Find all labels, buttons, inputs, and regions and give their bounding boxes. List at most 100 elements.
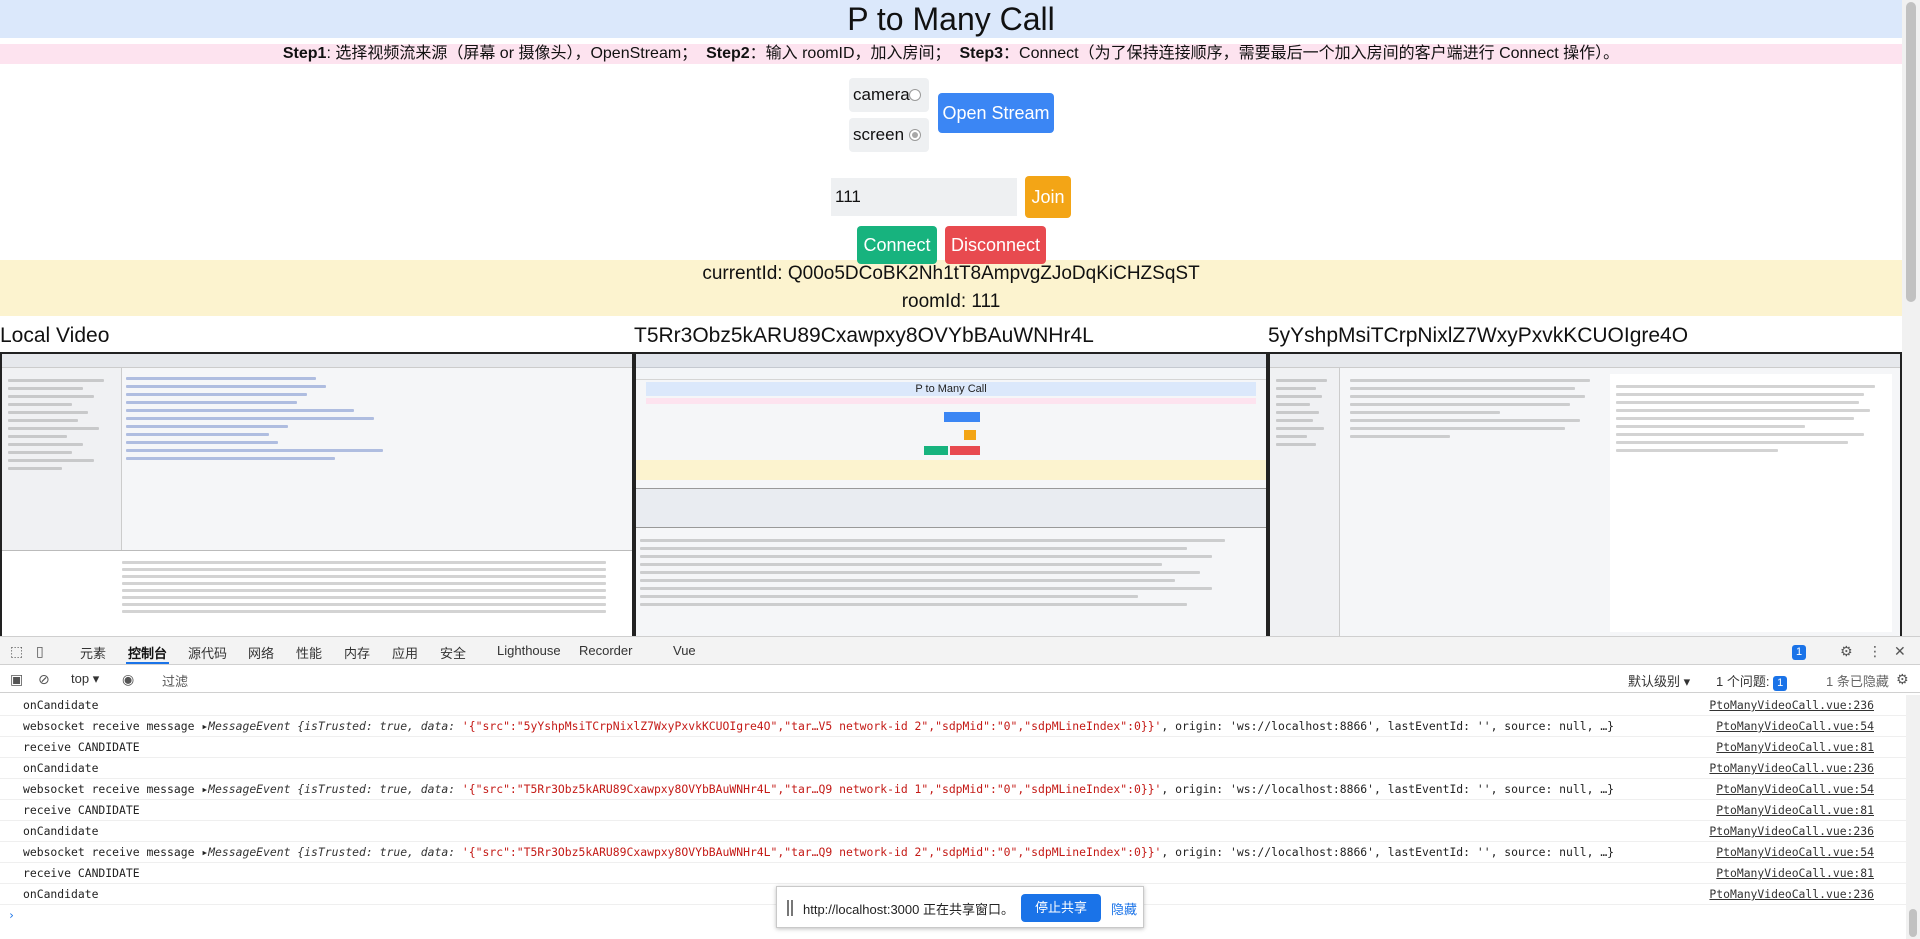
hide-share-bar-link[interactable]: 隐藏 <box>1111 899 1137 918</box>
close-devtools-icon[interactable]: ✕ <box>1894 643 1906 660</box>
tab-vue[interactable]: Vue <box>673 643 696 658</box>
log-level-select[interactable]: 默认级别 ▾ <box>1628 671 1690 690</box>
video-label-remote-2: 5yYshpMsiTCrpNixlZ7WxyPxvkKCUOIgre4O <box>1268 324 1689 347</box>
ide-toolbar <box>2 354 632 368</box>
ide-console <box>2 550 632 636</box>
tab-performance[interactable]: 性能 <box>296 643 322 662</box>
screen-radio[interactable] <box>909 129 921 141</box>
ide-code-view <box>126 372 602 465</box>
nested-open-stream <box>944 412 980 422</box>
issues-label: 1 个问题: <box>1716 674 1770 689</box>
step3-text: ：Connect（为了保持连接顺序，需要最后一个加入房间的客户端进行 Conne… <box>1003 45 1620 62</box>
console-toolbar: ▣ ⊘ top ▾ ◉ 过滤 默认级别 ▾ 1 个问题: 1 1 条已隐藏 ⚙ <box>0 665 1920 693</box>
video-local: Local Video <box>0 322 634 636</box>
controls-panel: camera screen Open Stream Join Connect D… <box>0 64 1902 264</box>
info-panel: currentId: Q00o5DCoBK2Nh1tT8AmpvgZJoDqKi… <box>0 260 1902 316</box>
step3-label: Step3 <box>959 45 1004 62</box>
log-row: websocket receive message ▸MessageEvent … <box>0 842 1920 863</box>
log-row: onCandidate PtoManyVideoCall.vue:236 <box>0 821 1920 842</box>
step1-label: Step1 <box>282 45 327 62</box>
devtools-tabs: ⬚ ▯ 元素 控制台 源代码 网络 性能 内存 应用 安全 Lighthouse… <box>0 637 1920 665</box>
more-options-icon[interactable]: ⋮ <box>1868 643 1882 660</box>
console-filter-input[interactable]: 过滤 <box>162 671 188 690</box>
log-row: websocket receive message ▸MessageEvent … <box>0 779 1920 800</box>
video-label-local: Local Video <box>0 324 110 347</box>
markdown-editor <box>1350 374 1600 443</box>
device-toolbar-icon[interactable]: ▯ <box>36 643 44 660</box>
page-scrollbar[interactable] <box>1902 0 1920 636</box>
issues-count: 1 <box>1773 676 1788 691</box>
tab-lighthouse[interactable]: Lighthouse <box>497 643 561 658</box>
camera-option[interactable]: camera <box>849 78 929 112</box>
screen-share-bar: http://localhost:3000 正在共享窗口。 停止共享 隐藏 <box>776 886 1144 928</box>
room-id-input[interactable] <box>831 178 1017 216</box>
issues-button[interactable]: 1 个问题: 1 <box>1716 671 1788 691</box>
nested-videos <box>636 488 1266 528</box>
video-remote-2: 5yYshpMsiTCrpNixlZ7WxyPxvkKCUOIgre4O <box>1268 322 1902 636</box>
inspect-icon[interactable]: ⬚ <box>10 643 23 660</box>
nested-join <box>964 430 976 440</box>
console-scrollbar[interactable] <box>1906 695 1920 939</box>
nested-title: P to Many Call <box>646 382 1256 396</box>
camera-label: camera <box>853 85 910 104</box>
tab-security[interactable]: 安全 <box>440 643 466 662</box>
log-row: websocket receive message ▸MessageEvent … <box>0 716 1920 737</box>
join-button[interactable]: Join <box>1025 176 1071 218</box>
context-label: top <box>71 671 90 686</box>
context-select[interactable]: top ▾ <box>71 671 99 687</box>
settings-gear-icon[interactable]: ⚙ <box>1840 643 1853 660</box>
tab-console[interactable]: 控制台 <box>125 643 170 664</box>
nested-connect <box>924 446 948 455</box>
tab-sources[interactable]: 源代码 <box>188 643 227 662</box>
room-id: roomId: 111 <box>901 291 1001 312</box>
nested-console <box>640 534 1262 611</box>
log-row: onCandidate PtoManyVideoCall.vue:236 <box>0 758 1920 779</box>
disconnect-button[interactable]: Disconnect <box>945 226 1046 264</box>
browser-tabs <box>636 354 1266 368</box>
console-prompt-icon: › <box>8 908 15 922</box>
open-stream-button[interactable]: Open Stream <box>938 93 1054 133</box>
camera-radio[interactable] <box>909 89 921 101</box>
steps-banner: Step1: 选择视频流来源（屏幕 or 摄像头），OpenStream； St… <box>0 44 1902 64</box>
hidden-count: 1 条已隐藏 <box>1826 674 1889 689</box>
page-title: P to Many Call <box>0 0 1902 38</box>
tab-memory[interactable]: 内存 <box>344 643 370 662</box>
video-grid: Local Video T5Rr3Obz5kARU89Cxawpxy8OVYbB… <box>0 322 1902 636</box>
video-frame-remote-2[interactable] <box>1268 352 1902 636</box>
tab-recorder[interactable]: Recorder <box>579 643 632 658</box>
tab-network[interactable]: 网络 <box>248 643 274 662</box>
share-message: http://localhost:3000 正在共享窗口。 <box>803 902 1014 917</box>
video-remote-1: T5Rr3Obz5kARU89Cxawpxy8OVYbBAuWNHr4L P t… <box>634 322 1268 636</box>
browser-address <box>636 368 1266 380</box>
sidebar-toggle-icon[interactable]: ▣ <box>10 671 23 688</box>
log-row: receive CANDIDATE PtoManyVideoCall.vue:81 <box>0 863 1920 884</box>
nested-disconnect <box>950 446 980 455</box>
markdown-preview <box>1610 374 1892 632</box>
log-row: receive CANDIDATE PtoManyVideoCall.vue:81 <box>0 737 1920 758</box>
video-label-remote-1: T5Rr3Obz5kARU89Cxawpxy8OVYbBAuWNHr4L <box>634 324 1094 347</box>
console-scrollbar-thumb[interactable] <box>1909 909 1917 937</box>
step1-text: : 选择视频流来源（屏幕 or 摄像头），OpenStream； <box>326 45 698 62</box>
screen-option[interactable]: screen <box>849 118 929 152</box>
nested-info <box>636 460 1266 480</box>
issues-badge-count: 1 <box>1792 645 1807 660</box>
step2-text: ：输入 roomID，加入房间； <box>749 45 951 62</box>
page-scrollbar-thumb[interactable] <box>1906 2 1916 302</box>
issues-badge-top[interactable]: 1 <box>1792 643 1807 660</box>
log-row: onCandidate PtoManyVideoCall.vue:236 <box>0 695 1920 716</box>
drag-handle-icon[interactable] <box>787 900 793 916</box>
ide-tree-2 <box>1270 368 1340 636</box>
tab-application[interactable]: 应用 <box>392 643 418 662</box>
live-expression-eye-icon[interactable]: ◉ <box>122 671 134 688</box>
stop-sharing-button[interactable]: 停止共享 <box>1021 894 1101 922</box>
screen-label: screen <box>853 125 905 144</box>
ide-toolbar-2 <box>1270 354 1900 368</box>
nested-steps <box>646 398 1256 404</box>
video-frame-remote-1[interactable]: P to Many Call <box>634 352 1268 636</box>
app-page: P to Many Call Step1: 选择视频流来源（屏幕 or 摄像头）… <box>0 0 1902 636</box>
connect-button[interactable]: Connect <box>857 226 937 264</box>
tab-elements[interactable]: 元素 <box>80 643 106 662</box>
console-settings-icon[interactable]: ⚙ <box>1896 671 1909 688</box>
clear-console-icon[interactable]: ⊘ <box>38 671 50 688</box>
video-frame-local[interactable] <box>0 352 634 636</box>
